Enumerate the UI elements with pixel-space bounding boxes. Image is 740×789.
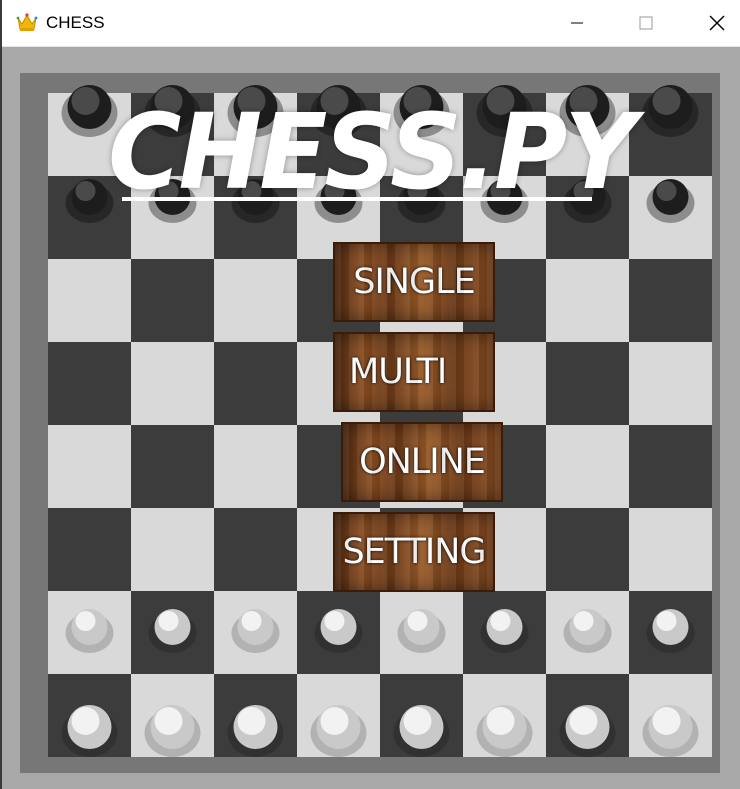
board-square (546, 342, 629, 425)
board-square (48, 342, 131, 425)
window-title: CHESS (46, 13, 105, 32)
title-bar[interactable]: CHESS (2, 0, 740, 47)
minimize-icon (571, 22, 583, 24)
board-square (48, 259, 131, 342)
minimize-button[interactable] (554, 0, 600, 46)
maximize-button[interactable] (623, 0, 669, 46)
board-square (214, 508, 297, 591)
close-icon (709, 15, 725, 31)
crown-icon (16, 12, 38, 32)
close-button[interactable] (694, 0, 740, 46)
board-square (214, 425, 297, 508)
board-square (48, 425, 131, 508)
setting-button[interactable]: SETTING (333, 512, 495, 592)
single-player-button[interactable]: SINGLE (333, 242, 495, 322)
board-square (48, 508, 131, 591)
board-square (546, 508, 629, 591)
online-button[interactable]: ONLINE (341, 422, 503, 502)
board-square (546, 425, 629, 508)
board-square (629, 342, 712, 425)
board-square (546, 259, 629, 342)
title-underline (122, 197, 592, 201)
multiplayer-button[interactable]: MULTI (333, 332, 495, 412)
board-square (131, 259, 214, 342)
board-square (629, 508, 712, 591)
app-window: CHESS CHESS.PY SINGLE MULTI ONLINE SETTI… (0, 0, 740, 789)
maximize-icon (639, 16, 653, 30)
game-title: CHESS.PY (108, 91, 637, 213)
board-square (629, 259, 712, 342)
board-square (214, 342, 297, 425)
game-canvas[interactable]: CHESS.PY SINGLE MULTI ONLINE SETTING (2, 47, 740, 789)
board-square (131, 425, 214, 508)
board-square (214, 259, 297, 342)
board-square (131, 508, 214, 591)
board-square (131, 342, 214, 425)
board-square (629, 425, 712, 508)
